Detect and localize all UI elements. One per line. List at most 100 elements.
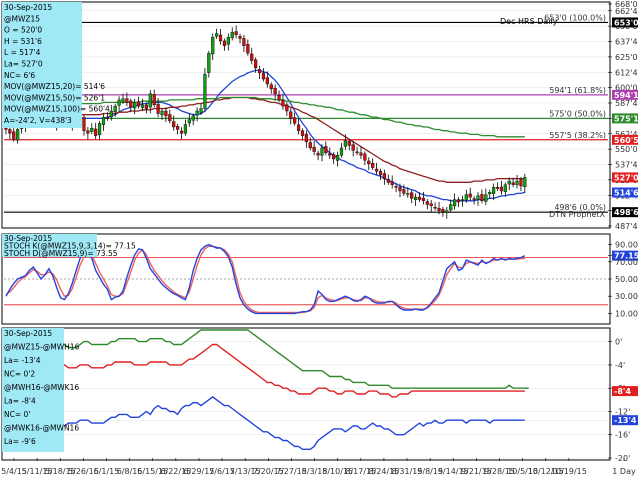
candle-body <box>468 193 472 198</box>
candle-body <box>335 155 340 161</box>
price-axis-label: 637'4 <box>615 38 638 47</box>
candle-body <box>8 129 12 134</box>
spread-axis-label: -4' <box>615 361 625 370</box>
spread-legend-line: NC= 0'2 <box>4 370 35 379</box>
candle-body <box>289 111 293 119</box>
price-legend-line: A=-24'2, V=438'3 <box>4 116 72 125</box>
last-value-tag-label: 514'6 <box>614 188 639 197</box>
candle-body <box>4 128 8 130</box>
candle-body <box>449 204 453 211</box>
candle-body <box>371 162 375 168</box>
candle-body <box>215 33 219 37</box>
candle-body <box>164 110 168 117</box>
candle-body <box>285 104 289 112</box>
candle-body <box>472 198 476 200</box>
candle-body <box>211 37 215 55</box>
candle-body <box>386 179 390 183</box>
candle-body <box>125 98 129 103</box>
candle-body <box>207 52 211 73</box>
candle-body <box>230 32 234 39</box>
candle-body <box>269 84 273 90</box>
candle-body <box>425 201 429 205</box>
candle-body <box>511 182 515 185</box>
spread-legend-line: La= -9'6 <box>4 437 36 446</box>
candle-body <box>429 203 433 206</box>
spread-legend-line: NC= 0' <box>4 410 30 419</box>
date-label: 6/1/15 <box>94 467 120 476</box>
candle-body <box>168 114 172 122</box>
candle-body <box>121 98 125 102</box>
candle-body <box>363 153 367 161</box>
candle-body <box>488 191 492 195</box>
candle-body <box>199 108 203 113</box>
price-axis-label: 587'4 <box>615 99 638 108</box>
price-axis-label: 612'4 <box>615 68 638 77</box>
price-legend-line: L = 517'4 <box>4 48 41 57</box>
spread-legend-line: @MWZ15-@MWH16 <box>4 343 80 352</box>
candle-body <box>148 93 152 108</box>
price-chart-title: Dec HRS Daily <box>500 17 558 26</box>
candle-body <box>238 36 242 39</box>
candle-body <box>183 124 188 134</box>
retracement-label: 557'5 (38.2%) <box>549 131 606 140</box>
price-axis-label: 625'0 <box>615 53 638 62</box>
candle-body <box>519 179 523 187</box>
candle-body <box>495 187 500 189</box>
candle-body <box>222 40 227 47</box>
price-legend-line: O = 520'0 <box>4 26 42 35</box>
price-panel: 653'0 (100.0%)594'1 (61.8%)575'0 (50.0%)… <box>1 0 639 231</box>
candle-body <box>351 144 355 151</box>
candle-body <box>406 193 410 195</box>
candle-body <box>273 87 277 94</box>
candle-body <box>86 130 90 134</box>
candle-body <box>320 147 324 156</box>
candle-body <box>359 152 363 156</box>
candle-body <box>503 184 507 192</box>
candle-body <box>480 194 484 201</box>
price-legend-line: H = 531'6 <box>4 37 42 46</box>
candle-body <box>300 130 305 136</box>
candle-body <box>343 140 347 147</box>
candle-body <box>421 197 426 201</box>
candle-body <box>445 210 449 213</box>
candle-body <box>101 116 106 125</box>
candle-body <box>234 31 238 35</box>
level-tag-label: 575'1 <box>614 114 639 123</box>
candle-body <box>94 128 98 136</box>
candle-body <box>296 124 301 131</box>
candle-body <box>226 37 230 45</box>
candle-body <box>476 195 480 200</box>
candle-body <box>250 53 254 61</box>
candle-body <box>433 206 437 209</box>
spread-value-tag-label: -8'4 <box>614 387 631 396</box>
candle-body <box>191 115 195 121</box>
price-legend-line: MOV(@MWZ15,100)= 560'4 <box>4 105 110 114</box>
candle-body <box>218 34 223 42</box>
candle-body <box>176 126 180 130</box>
candle-body <box>328 153 332 156</box>
candle-body <box>332 154 336 160</box>
candle-body <box>507 180 511 185</box>
spread-axis-label: -12' <box>615 407 630 416</box>
stochastic-axis-label: 30.00 <box>615 292 638 301</box>
level-tag-label: 498'6 <box>614 208 639 217</box>
candle-body <box>90 128 94 132</box>
candle-body <box>374 168 379 172</box>
date-axis: 5/4/155/11/155/18/155/26/156/1/156/8/156… <box>1 458 636 476</box>
candle-body <box>82 117 86 131</box>
spread-legend-line: 30-Sep-2015 <box>4 329 52 338</box>
candle-body <box>242 38 246 47</box>
candle-body <box>382 173 386 179</box>
candle-body <box>410 192 414 199</box>
candle-body <box>437 207 441 211</box>
stochastic-panel: 90.0077.1570.0050.0030.0010.00 30-Sep-20… <box>1 233 640 325</box>
candle-body <box>499 186 504 192</box>
candle-body <box>203 73 207 109</box>
candle-body <box>308 142 312 149</box>
retracement-label: 594'1 (61.8%) <box>549 86 606 95</box>
candle-body <box>117 99 121 106</box>
candle-body <box>187 119 191 124</box>
chart-canvas: 653'0 (100.0%)594'1 (61.8%)575'0 (50.0%)… <box>1 0 640 476</box>
spread-panel: 0'-4'-8'-12'-16'-20' -8'4-13'4 30-Sep-20… <box>1 327 638 463</box>
price-legend-line: NC= 6'6 <box>4 71 35 80</box>
